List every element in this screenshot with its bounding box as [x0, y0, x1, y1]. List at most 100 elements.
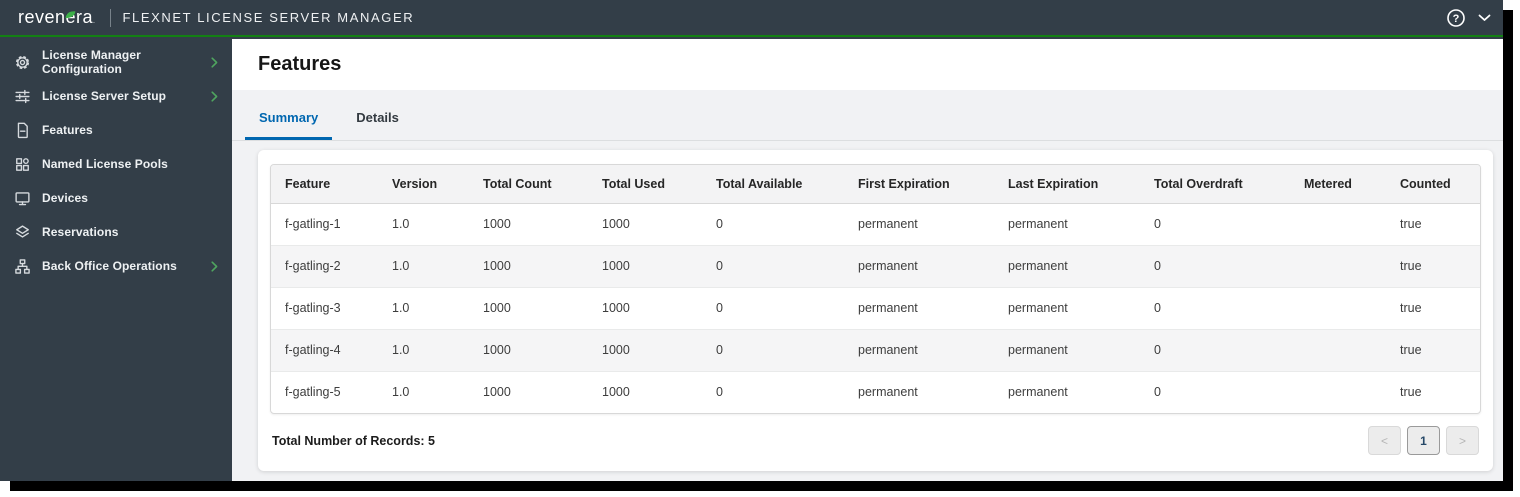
- sidebar-nav: License Manager Configuration License Ser…: [0, 39, 232, 481]
- table-cell: 1000: [602, 301, 630, 315]
- column-header-total-count: Total Count: [469, 165, 588, 204]
- column-header-total-available: Total Available: [702, 165, 844, 204]
- pagination-page-1-button[interactable]: 1: [1407, 426, 1440, 455]
- top-bar: revenera. FLEXNET LICENSE SERVER MANAGER…: [0, 0, 1503, 37]
- column-header-first-expiration: First Expiration: [844, 165, 994, 204]
- document-icon: [14, 122, 31, 139]
- logo-trademark: .: [93, 18, 96, 25]
- column-header-counted: Counted: [1386, 165, 1480, 204]
- page-header: Features: [232, 39, 1503, 90]
- table-cell: 1000: [483, 385, 511, 400]
- column-header-version: Version: [378, 165, 469, 204]
- table-cell: [1290, 203, 1386, 245]
- sidebar-item-license-server-setup[interactable]: License Server Setup: [0, 79, 232, 113]
- table-cell: permanent: [1008, 217, 1068, 231]
- column-header-feature: Feature: [271, 165, 378, 204]
- table-cell: 1.0: [392, 301, 410, 315]
- table-cell: permanent: [1008, 385, 1068, 400]
- table-cell: permanent: [1008, 343, 1068, 357]
- features-card: Feature Version Total Count Total Used Total…: [258, 150, 1493, 471]
- sidebar-item-features[interactable]: Features: [0, 113, 232, 147]
- table-cell: 1000: [483, 217, 511, 231]
- table-cell: 1000: [483, 259, 511, 273]
- revenera-logo-text: revenera: [18, 7, 94, 27]
- table-cell: true: [1400, 343, 1422, 357]
- table-cell: true: [1400, 301, 1422, 315]
- svg-text:?: ?: [1453, 13, 1460, 25]
- sidebar-item-reservations[interactable]: Reservations: [0, 215, 232, 249]
- layers-icon: [14, 224, 31, 241]
- table-cell: [1290, 371, 1386, 413]
- table-row: f-gatling-1 1.0 1000 1000 0 permanent permanen…: [271, 203, 1480, 245]
- table-cell: f-gatling-3: [285, 301, 341, 315]
- table-cell: f-gatling-4: [285, 343, 341, 357]
- revenera-logo: revenera.: [18, 7, 102, 28]
- table-cell: permanent: [1008, 301, 1068, 315]
- sidebar-item-label: Back Office Operations: [42, 259, 177, 273]
- gear-icon: [14, 54, 31, 71]
- sidebar-item-back-office-operations[interactable]: Back Office Operations: [0, 249, 232, 283]
- table-cell: 1000: [602, 259, 630, 273]
- table-cell: f-gatling-1: [285, 217, 341, 231]
- table-cell: 1000: [602, 343, 630, 357]
- table-cell: 1000: [483, 343, 511, 357]
- tab-summary[interactable]: Summary: [245, 110, 333, 140]
- sidebar-item-label: Features: [42, 123, 93, 137]
- pagination: <1 >: [1368, 426, 1479, 455]
- pagination-prev-button[interactable]: <: [1368, 426, 1401, 455]
- table-cell: f-gatling-2: [285, 259, 341, 273]
- table-cell: permanent: [858, 343, 918, 357]
- column-header-last-expiration: Last Expiration: [994, 165, 1140, 204]
- pagination-next-button[interactable]: >: [1446, 426, 1479, 455]
- table-cell: [1290, 329, 1386, 371]
- table-cell: 1000: [602, 217, 630, 231]
- table-row: f-gatling-2 1.0 1000 1000 0 permanent permanen…: [271, 245, 1480, 287]
- table-cell: true: [1400, 385, 1422, 400]
- sidebar-item-label: Devices: [42, 191, 89, 205]
- column-header-metered: Metered: [1290, 165, 1386, 204]
- chevron-right-icon: [211, 56, 218, 68]
- table-cell: 0: [716, 259, 723, 273]
- product-name: FLEXNET LICENSE SERVER MANAGER: [122, 10, 415, 25]
- sidebar-item-devices[interactable]: Devices: [0, 181, 232, 215]
- sidebar-item-label: License Manager Configuration: [42, 48, 141, 76]
- table-cell: 0: [716, 385, 723, 400]
- chevron-right-icon: [211, 260, 218, 272]
- table-cell: permanent: [858, 385, 918, 400]
- tab-bar: Summary Details: [232, 90, 1503, 141]
- table-cell: f-gatling-5: [285, 385, 341, 400]
- table-cell: permanent: [1008, 259, 1068, 273]
- main-content: Features Summary Details Feature Version To…: [232, 39, 1503, 481]
- table-cell: 0: [716, 301, 723, 315]
- table-footer: Total Number of Records: 5 <1 >: [270, 426, 1481, 455]
- chevron-down-icon[interactable]: [1478, 14, 1491, 22]
- table-cell: 1.0: [392, 343, 410, 357]
- column-header-total-used: Total Used: [588, 165, 702, 204]
- table-header-row: Feature Version Total Count Total Used Total…: [271, 165, 1480, 204]
- total-records-label: Total Number of Records: 5: [272, 433, 435, 448]
- features-table: Feature Version Total Count Total Used Total…: [271, 165, 1480, 413]
- sidebar-item-named-license-pools[interactable]: Named License Pools: [0, 147, 232, 181]
- topbar-actions: ?: [1446, 8, 1491, 28]
- table-cell: 0: [716, 343, 723, 357]
- table-cell: permanent: [858, 301, 918, 315]
- sidebar-item-license-manager-configuration[interactable]: License Manager Configuration: [0, 45, 232, 79]
- table-cell: true: [1400, 259, 1422, 273]
- table-cell: permanent: [858, 259, 918, 273]
- app-window: revenera. FLEXNET LICENSE SERVER MANAGER…: [0, 0, 1503, 481]
- table-cell: 1000: [602, 385, 630, 400]
- table-cell: 0: [1154, 301, 1161, 315]
- monitor-icon: [14, 190, 31, 207]
- sitemap-icon: [14, 258, 31, 275]
- table-cell: 1000: [483, 301, 511, 315]
- table-cell: true: [1400, 217, 1422, 231]
- tab-details[interactable]: Details: [342, 110, 413, 140]
- chevron-right-icon: [211, 90, 218, 102]
- table-row: f-gatling-5 1.0 1000 1000 0 permanent permanen…: [271, 371, 1480, 413]
- leaf-icon: [65, 3, 76, 24]
- brand-divider: [109, 8, 111, 27]
- table-cell: 1.0: [392, 385, 410, 400]
- help-icon[interactable]: ?: [1446, 8, 1466, 28]
- body-row: License Manager Configuration License Ser…: [0, 39, 1503, 481]
- table-cell: 0: [1154, 217, 1161, 231]
